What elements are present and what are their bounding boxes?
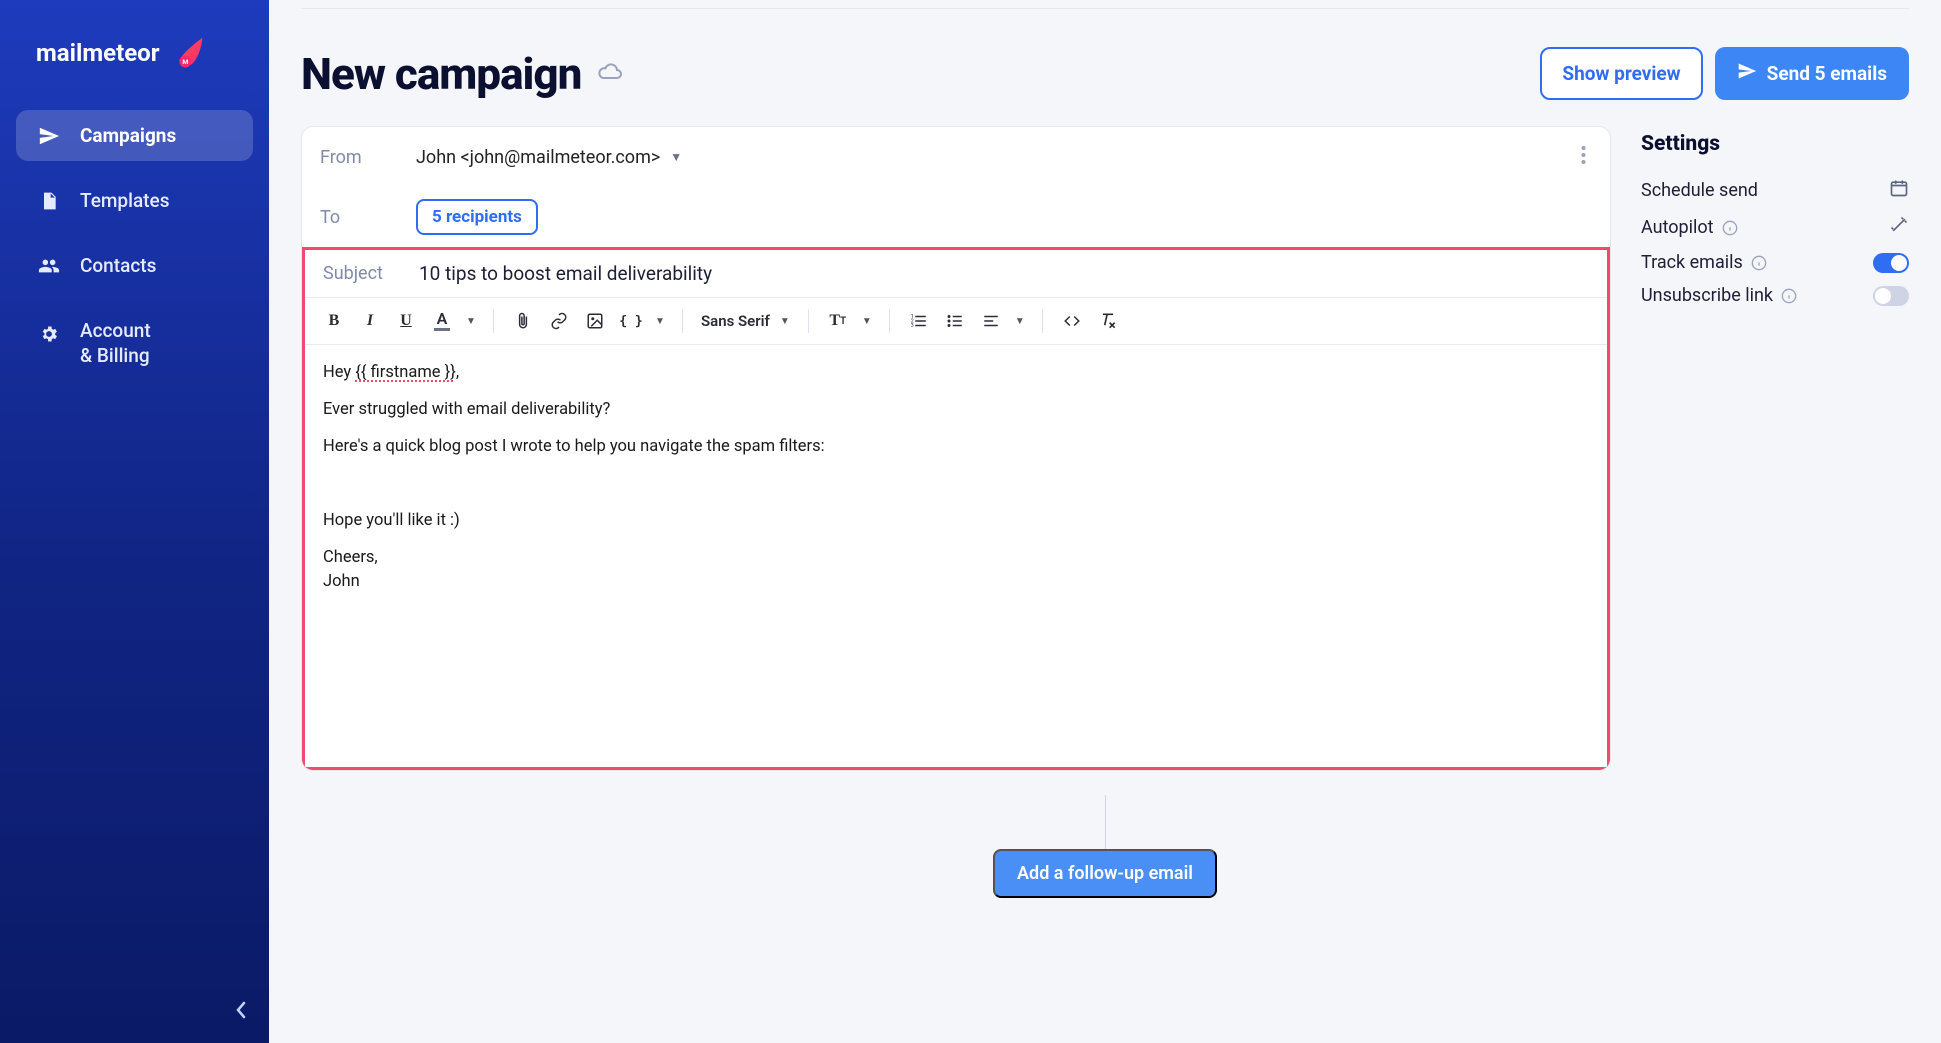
magic-wand-icon bbox=[1889, 215, 1909, 240]
followup-section: Add a follow-up email bbox=[301, 795, 1909, 898]
merge-tag: {{ firstname }} bbox=[355, 363, 455, 382]
send-icon bbox=[1737, 61, 1757, 86]
document-icon bbox=[38, 190, 60, 212]
font-family-value: Sans Serif bbox=[701, 312, 770, 330]
from-value: John <john@mailmeteor.com> bbox=[416, 147, 660, 168]
svg-text:3: 3 bbox=[911, 323, 914, 329]
sidebar-item-label: Contacts bbox=[80, 254, 156, 277]
setting-label: Autopilot bbox=[1641, 217, 1714, 238]
chevron-down-icon[interactable]: ▼ bbox=[463, 306, 479, 336]
gear-icon bbox=[38, 323, 60, 345]
logo-wordmark: mailmeteor bbox=[36, 39, 160, 67]
subject-label: Subject bbox=[323, 263, 395, 284]
from-label: From bbox=[320, 147, 392, 168]
body-text: , bbox=[456, 363, 459, 382]
button-label: Send 5 emails bbox=[1767, 62, 1887, 85]
info-icon bbox=[1781, 288, 1797, 304]
align-button[interactable] bbox=[976, 306, 1006, 336]
page-title: New campaign bbox=[301, 48, 581, 100]
info-icon bbox=[1751, 255, 1767, 271]
editor-highlight: Subject B I U A ▼ { } ▼ bbox=[302, 247, 1610, 770]
bold-button[interactable]: B bbox=[319, 306, 349, 336]
logo[interactable]: mailmeteor M bbox=[36, 36, 253, 70]
setting-label: Track emails bbox=[1641, 252, 1743, 273]
recipients-chip[interactable]: 5 recipients bbox=[416, 199, 538, 235]
subject-input[interactable] bbox=[419, 262, 1589, 285]
setting-autopilot[interactable]: Autopilot bbox=[1641, 209, 1909, 246]
body-text: Hope you'll like it :) bbox=[323, 509, 1589, 532]
sidebar-item-campaigns[interactable]: Campaigns bbox=[16, 110, 253, 161]
email-body-editor[interactable]: Hey {{ firstname }}, Ever struggled with… bbox=[305, 345, 1607, 767]
body-text: Here's a quick blog post I wrote to help… bbox=[323, 435, 1589, 458]
to-row: To 5 recipients bbox=[302, 187, 1610, 247]
underline-button[interactable]: U bbox=[391, 306, 421, 336]
calendar-icon bbox=[1889, 178, 1909, 203]
sidebar-item-templates[interactable]: Templates bbox=[16, 175, 253, 226]
chevron-down-icon: ▼ bbox=[670, 150, 682, 164]
body-text: Ever struggled with email deliverability… bbox=[323, 398, 1589, 421]
chevron-down-icon[interactable]: ▼ bbox=[1012, 306, 1028, 336]
sidebar-item-label: Account & Billing bbox=[80, 319, 151, 368]
from-selector[interactable]: John <john@mailmeteor.com> ▼ bbox=[416, 147, 682, 168]
setting-label: Schedule send bbox=[1641, 180, 1758, 201]
page-header: New campaign Show preview Send 5 emails bbox=[301, 47, 1909, 100]
chevron-down-icon[interactable]: ▼ bbox=[859, 306, 875, 336]
send-emails-button[interactable]: Send 5 emails bbox=[1715, 47, 1909, 100]
chevron-down-icon: ▼ bbox=[780, 316, 790, 327]
from-row: From John <john@mailmeteor.com> ▼ bbox=[302, 127, 1610, 187]
setting-schedule-send[interactable]: Schedule send bbox=[1641, 172, 1909, 209]
link-button[interactable] bbox=[544, 306, 574, 336]
cloud-sync-icon bbox=[597, 62, 623, 86]
add-followup-button[interactable]: Add a follow-up email bbox=[993, 849, 1217, 898]
image-button[interactable] bbox=[580, 306, 610, 336]
subject-row: Subject bbox=[305, 250, 1607, 298]
merge-field-button[interactable]: { } bbox=[616, 306, 646, 336]
settings-panel: Settings Schedule send Autopilot Track e… bbox=[1641, 126, 1909, 312]
clear-formatting-button[interactable] bbox=[1093, 306, 1123, 336]
text-color-button[interactable]: A bbox=[427, 306, 457, 336]
track-emails-toggle[interactable] bbox=[1873, 253, 1909, 273]
setting-label: Unsubscribe link bbox=[1641, 285, 1773, 306]
email-editor-card: From John <john@mailmeteor.com> ▼ To 5 r… bbox=[301, 126, 1611, 771]
button-label: Show preview bbox=[1562, 62, 1680, 85]
body-text: Cheers, bbox=[323, 546, 1589, 569]
code-view-button[interactable] bbox=[1057, 306, 1087, 336]
sidebar-item-account-billing[interactable]: Account & Billing bbox=[16, 305, 253, 382]
bullet-list-button[interactable] bbox=[940, 306, 970, 336]
more-options-button[interactable] bbox=[1575, 139, 1592, 175]
to-label: To bbox=[320, 207, 392, 228]
svg-text:M: M bbox=[182, 58, 188, 66]
unsubscribe-link-toggle[interactable] bbox=[1873, 286, 1909, 306]
font-family-selector[interactable]: Sans Serif ▼ bbox=[697, 312, 794, 330]
collapse-sidebar-button[interactable] bbox=[235, 1000, 247, 1025]
ordered-list-button[interactable]: 123 bbox=[904, 306, 934, 336]
logo-meteor-icon: M bbox=[170, 36, 204, 70]
info-icon bbox=[1722, 220, 1738, 236]
send-icon bbox=[38, 125, 60, 147]
italic-button[interactable]: I bbox=[355, 306, 385, 336]
settings-title: Settings bbox=[1641, 132, 1909, 156]
show-preview-button[interactable]: Show preview bbox=[1540, 47, 1702, 100]
connector-line bbox=[1105, 795, 1106, 849]
attachment-button[interactable] bbox=[508, 306, 538, 336]
body-text: John bbox=[323, 570, 1589, 593]
setting-unsubscribe-link[interactable]: Unsubscribe link bbox=[1641, 279, 1909, 312]
people-icon bbox=[38, 255, 60, 277]
chevron-down-icon[interactable]: ▼ bbox=[652, 306, 668, 336]
body-text: Hey bbox=[323, 363, 355, 382]
main-content: New campaign Show preview Send 5 emails … bbox=[269, 0, 1941, 1043]
sidebar-item-label: Campaigns bbox=[80, 124, 176, 147]
sidebar: mailmeteor M Campaigns Templates Contact… bbox=[0, 0, 269, 1043]
formatting-toolbar: B I U A ▼ { } ▼ Sans Serif ▼ bbox=[305, 298, 1607, 345]
font-size-button[interactable]: TT bbox=[823, 306, 853, 336]
sidebar-item-contacts[interactable]: Contacts bbox=[16, 240, 253, 291]
setting-track-emails[interactable]: Track emails bbox=[1641, 246, 1909, 279]
sidebar-item-label: Templates bbox=[80, 189, 169, 212]
